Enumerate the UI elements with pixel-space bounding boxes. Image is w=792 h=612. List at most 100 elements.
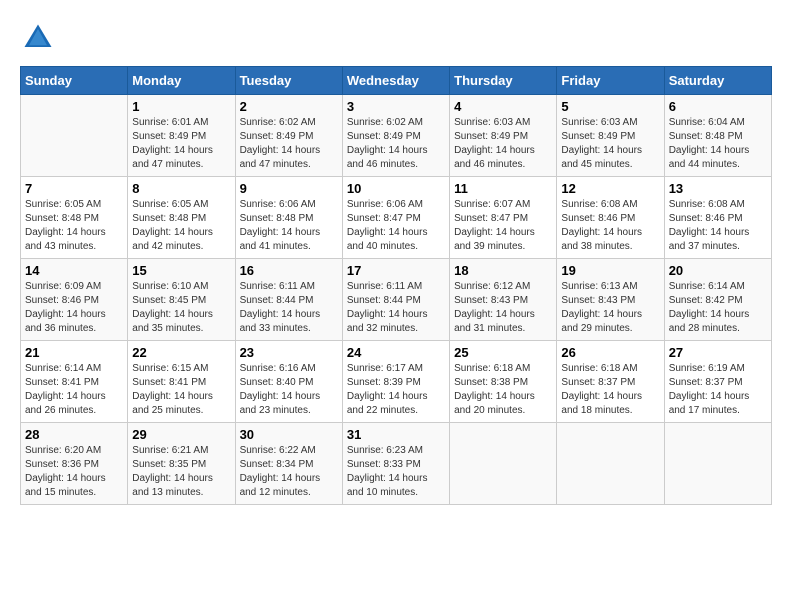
calendar-week-row: 28 Sunrise: 6:20 AMSunset: 8:36 PMDayligh…: [21, 423, 772, 505]
day-number: 20: [669, 263, 767, 278]
day-info: Sunrise: 6:20 AMSunset: 8:36 PMDaylight:…: [25, 444, 123, 500]
sunrise-text: Sunrise: 6:06 AM: [240, 199, 316, 210]
calendar-cell: 18Sunrise: 6:12 AMSunset: 8:43 PMDayligh…: [450, 259, 557, 341]
sunrise-text: Sunrise: 6:08 AM: [561, 199, 637, 210]
sunset-text: Sunset: 8:43 PM: [561, 295, 635, 306]
day-info: Sunrise: 6:03 AMSunset: 8:49 PMDaylight:…: [561, 116, 659, 172]
sunrise-text: Sunrise: 6:14 AM: [669, 281, 745, 292]
calendar-cell: 7Sunrise: 6:05 AMSunset: 8:48 PMDaylight…: [21, 177, 128, 259]
day-number: 25: [454, 345, 552, 360]
sunrise-text: Sunrise: 6:11 AM: [347, 281, 422, 292]
sunset-text: Sunset: 8:49 PM: [347, 131, 421, 142]
sunset-text: Sunset: 8:39 PM: [347, 377, 421, 388]
calendar-cell: [664, 423, 771, 505]
calendar-cell: 16Sunrise: 6:11 AMSunset: 8:44 PMDayligh…: [235, 259, 342, 341]
sunrise-text: Sunrise: 6:18 AM: [561, 363, 637, 374]
calendar-week-row: 21Sunrise: 6:14 AMSunset: 8:41 PMDayligh…: [21, 341, 772, 423]
day-info: Sunrise: 6:05 AMSunset: 8:48 PMDaylight:…: [132, 198, 230, 254]
sunrise-text: Sunrise: 6:12 AM: [454, 281, 530, 292]
daylight-text: Daylight: 14 hours and 45 minutes.: [561, 145, 642, 170]
calendar-cell: 2Sunrise: 6:02 AMSunset: 8:49 PMDaylight…: [235, 95, 342, 177]
sunset-text: Sunset: 8:48 PM: [132, 213, 206, 224]
day-info: Sunrise: 6:06 AMSunset: 8:48 PMDaylight:…: [240, 198, 338, 254]
day-info: Sunrise: 6:07 AMSunset: 8:47 PMDaylight:…: [454, 198, 552, 254]
day-number: 13: [669, 181, 767, 196]
calendar-cell: 10Sunrise: 6:06 AMSunset: 8:47 PMDayligh…: [342, 177, 449, 259]
sunset-text: Sunset: 8:43 PM: [454, 295, 528, 306]
sunrise-text: Sunrise: 6:14 AM: [25, 363, 101, 374]
daylight-text: Daylight: 14 hours and 28 minutes.: [669, 309, 750, 334]
sunrise-text: Sunrise: 6:20 AM: [25, 445, 101, 456]
sunset-text: Sunset: 8:47 PM: [347, 213, 421, 224]
sunset-text: Sunset: 8:46 PM: [25, 295, 99, 306]
day-info: Sunrise: 6:22 AMSunset: 8:34 PMDaylight:…: [240, 444, 338, 500]
calendar-cell: 22Sunrise: 6:15 AMSunset: 8:41 PMDayligh…: [128, 341, 235, 423]
calendar-cell: 3Sunrise: 6:02 AMSunset: 8:49 PMDaylight…: [342, 95, 449, 177]
daylight-text: Daylight: 14 hours and 46 minutes.: [347, 145, 428, 170]
sunset-text: Sunset: 8:41 PM: [25, 377, 99, 388]
day-info: Sunrise: 6:02 AMSunset: 8:49 PMDaylight:…: [347, 116, 445, 172]
sunrise-text: Sunrise: 6:04 AM: [669, 117, 745, 128]
day-number: 29: [132, 427, 230, 442]
sunrise-text: Sunrise: 6:05 AM: [25, 199, 101, 210]
day-number: 26: [561, 345, 659, 360]
daylight-text: Daylight: 14 hours and 23 minutes.: [240, 391, 321, 416]
calendar-cell: 27Sunrise: 6:19 AMSunset: 8:37 PMDayligh…: [664, 341, 771, 423]
calendar-cell: 15Sunrise: 6:10 AMSunset: 8:45 PMDayligh…: [128, 259, 235, 341]
calendar-cell: 13 Sunrise: 6:08 AMSunset: 8:46 PMDayligh…: [664, 177, 771, 259]
day-info: Sunrise: 6:06 AMSunset: 8:47 PMDaylight:…: [347, 198, 445, 254]
calendar-cell: 24Sunrise: 6:17 AMSunset: 8:39 PMDayligh…: [342, 341, 449, 423]
daylight-text: Daylight: 14 hours and 46 minutes.: [454, 145, 535, 170]
day-info: Sunrise: 6:09 AMSunset: 8:46 PMDaylight:…: [25, 280, 123, 336]
calendar-cell: 17Sunrise: 6:11 AMSunset: 8:44 PMDayligh…: [342, 259, 449, 341]
calendar-table: SundayMondayTuesdayWednesdayThursdayFrid…: [20, 66, 772, 505]
calendar-cell: 6Sunrise: 6:04 AMSunset: 8:48 PMDaylight…: [664, 95, 771, 177]
day-info: Sunrise: 6:11 AMSunset: 8:44 PMDaylight:…: [347, 280, 445, 336]
calendar-header: SundayMondayTuesdayWednesdayThursdayFrid…: [21, 67, 772, 95]
day-info: Sunrise: 6:16 AMSunset: 8:40 PMDaylight:…: [240, 362, 338, 418]
sunrise-text: Sunrise: 6:21 AM: [132, 445, 208, 456]
sunrise-text: Sunrise: 6:18 AM: [454, 363, 530, 374]
sunrise-text: Sunrise: 6:19 AM: [669, 363, 745, 374]
daylight-text: Daylight: 14 hours and 20 minutes.: [454, 391, 535, 416]
daylight-text: Daylight: 14 hours and 33 minutes.: [240, 309, 321, 334]
calendar-cell: 29Sunrise: 6:21 AMSunset: 8:35 PMDayligh…: [128, 423, 235, 505]
calendar-cell: 4Sunrise: 6:03 AMSunset: 8:49 PMDaylight…: [450, 95, 557, 177]
sunset-text: Sunset: 8:37 PM: [561, 377, 635, 388]
header-day: Tuesday: [235, 67, 342, 95]
sunset-text: Sunset: 8:34 PM: [240, 459, 314, 470]
sunrise-text: Sunrise: 6:03 AM: [454, 117, 530, 128]
day-number: 28: [25, 427, 123, 442]
day-number: 12: [561, 181, 659, 196]
day-info: Sunrise: 6:11 AMSunset: 8:44 PMDaylight:…: [240, 280, 338, 336]
day-info: Sunrise: 6:15 AMSunset: 8:41 PMDaylight:…: [132, 362, 230, 418]
calendar-cell: 23 Sunrise: 6:16 AMSunset: 8:40 PMDayligh…: [235, 341, 342, 423]
sunrise-text: Sunrise: 6:06 AM: [347, 199, 423, 210]
daylight-text: Daylight: 14 hours and 37 minutes.: [669, 227, 750, 252]
day-info: Sunrise: 6:10 AMSunset: 8:45 PMDaylight:…: [132, 280, 230, 336]
calendar-body: 1Sunrise: 6:01 AMSunset: 8:49 PMDaylight…: [21, 95, 772, 505]
header-day: Thursday: [450, 67, 557, 95]
daylight-text: Daylight: 14 hours and 26 minutes.: [25, 391, 106, 416]
day-number: 24: [347, 345, 445, 360]
day-info: Sunrise: 6:12 AMSunset: 8:43 PMDaylight:…: [454, 280, 552, 336]
sunset-text: Sunset: 8:37 PM: [669, 377, 743, 388]
calendar-week-row: 7Sunrise: 6:05 AMSunset: 8:48 PMDaylight…: [21, 177, 772, 259]
calendar-cell: 11Sunrise: 6:07 AMSunset: 8:47 PMDayligh…: [450, 177, 557, 259]
calendar-week-row: 14Sunrise: 6:09 AMSunset: 8:46 PMDayligh…: [21, 259, 772, 341]
logo: [20, 20, 60, 56]
header-day: Sunday: [21, 67, 128, 95]
sunset-text: Sunset: 8:41 PM: [132, 377, 206, 388]
sunset-text: Sunset: 8:48 PM: [240, 213, 314, 224]
day-number: 23: [240, 345, 338, 360]
day-info: Sunrise: 6:13 AMSunset: 8:43 PMDaylight:…: [561, 280, 659, 336]
sunset-text: Sunset: 8:44 PM: [240, 295, 314, 306]
daylight-text: Daylight: 14 hours and 18 minutes.: [561, 391, 642, 416]
sunrise-text: Sunrise: 6:03 AM: [561, 117, 637, 128]
daylight-text: Daylight: 14 hours and 47 minutes.: [132, 145, 213, 170]
sunrise-text: Sunrise: 6:10 AM: [132, 281, 208, 292]
daylight-text: Daylight: 14 hours and 15 minutes.: [25, 473, 106, 498]
calendar-cell: [557, 423, 664, 505]
calendar-cell: 30Sunrise: 6:22 AMSunset: 8:34 PMDayligh…: [235, 423, 342, 505]
day-info: Sunrise: 6:08 AMSunset: 8:46 PMDaylight:…: [669, 198, 767, 254]
